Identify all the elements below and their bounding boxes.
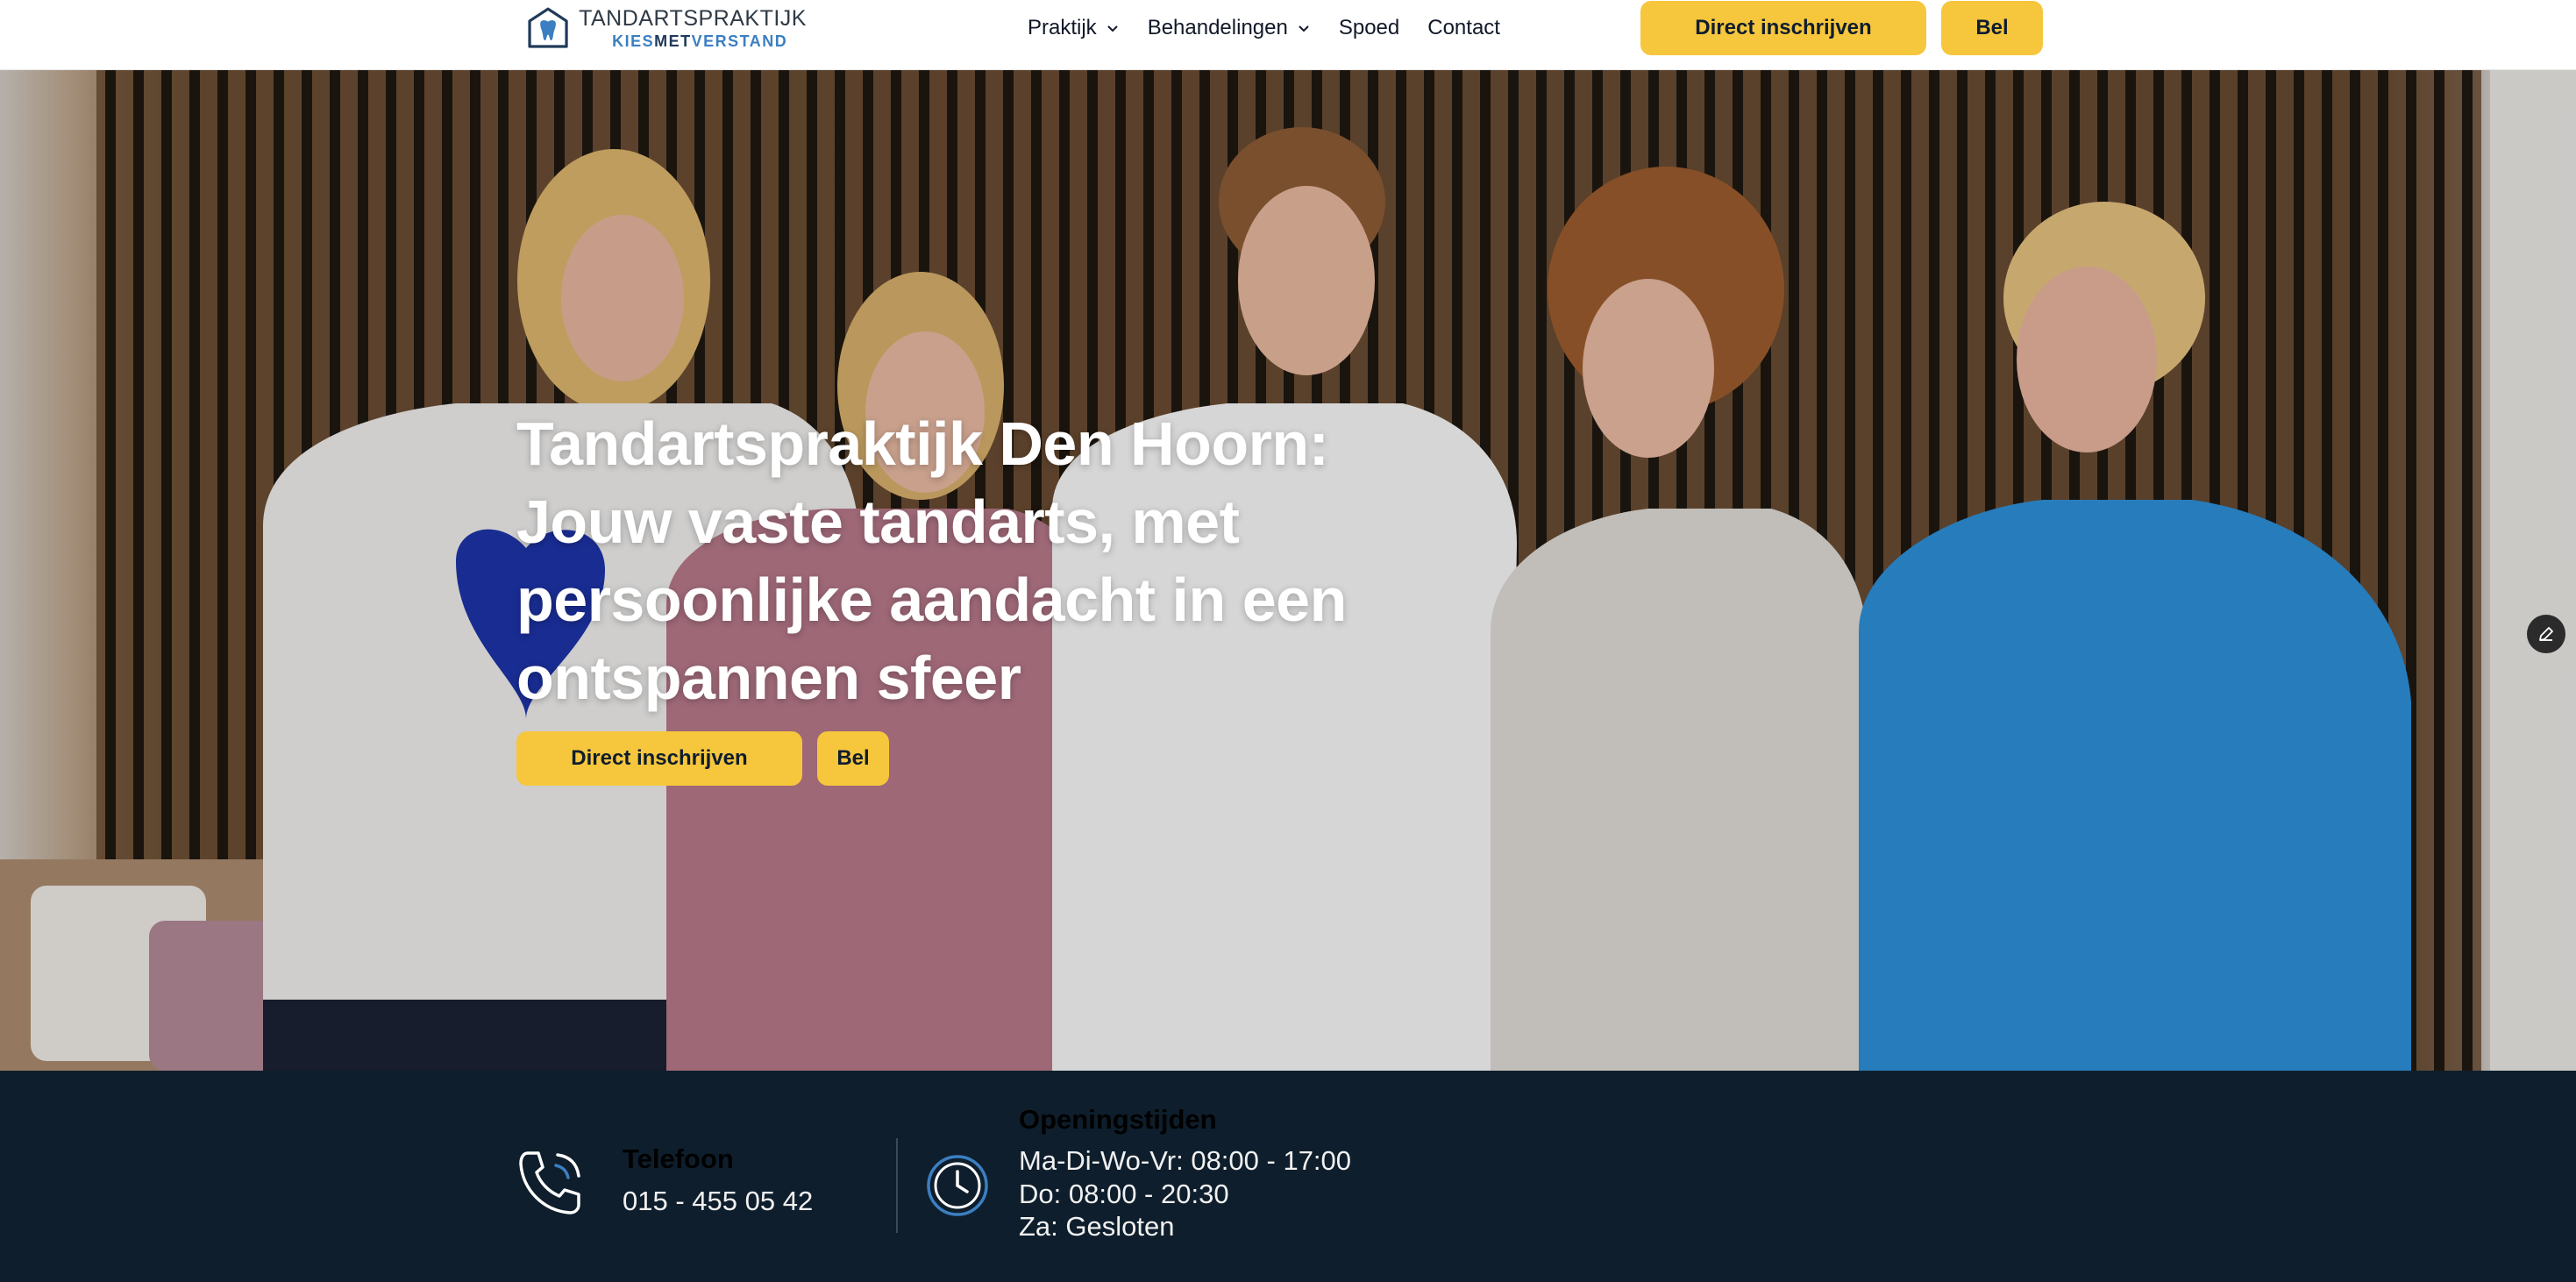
opening-hours-line: Za: Gesloten <box>1019 1211 1175 1242</box>
tagline-part: VERSTAND <box>691 32 788 50</box>
opening-hours-label: Openingstijden <box>1019 1104 1217 1135</box>
header-enroll-button[interactable]: Direct inschrijven <box>1640 1 1926 55</box>
logo-name: TANDARTSPRAKTIJK <box>579 5 807 31</box>
site-header: TANDARTSPRAKTIJK KIESMETVERSTAND Praktij… <box>0 0 2576 70</box>
hero-title-line: persoonlijke aandacht in een <box>516 566 1347 634</box>
logo-text: TANDARTSPRAKTIJK KIESMETVERSTAND <box>579 5 807 49</box>
hero-section: Tandartspraktijk Den Hoorn: Jouw vaste t… <box>0 70 2576 1071</box>
nav-item-behandelingen[interactable]: Behandelingen <box>1148 16 1311 40</box>
phone-number[interactable]: 015 - 455 05 42 <box>623 1186 813 1217</box>
edit-button[interactable] <box>2527 615 2565 653</box>
edit-pencil-icon <box>2539 627 2553 641</box>
hero-title: Tandartspraktijk Den Hoorn: Jouw vaste t… <box>516 405 1481 717</box>
logo-tagline: KIESMETVERSTAND <box>579 33 807 49</box>
hero-title-line: Tandartspraktijk Den Hoorn: <box>516 410 1329 478</box>
opening-hours-line: Ma-Di-Wo-Vr: 08:00 - 17:00 <box>1019 1145 1352 1176</box>
opening-hours-line: Do: 08:00 - 20:30 <box>1019 1179 1229 1209</box>
nav-item-label: Praktijk <box>1028 16 1097 39</box>
nav-item-praktijk[interactable]: Praktijk <box>1028 16 1120 40</box>
nav-item-label: Behandelingen <box>1147 16 1288 39</box>
phone-icon <box>519 1151 580 1214</box>
nav-item-spoed[interactable]: Spoed <box>1339 16 1399 40</box>
clock-icon <box>927 1155 988 1216</box>
tooth-logo-icon <box>528 7 568 48</box>
hero-title-line: Jouw vaste tandarts, met <box>516 488 1240 556</box>
hero-title-line: ontspannen sfeer <box>516 644 1021 712</box>
chevron-down-icon <box>1299 25 1309 32</box>
hero-call-button[interactable]: Bel <box>817 731 889 786</box>
nav-item-label: Contact <box>1427 16 1500 39</box>
main-nav: Praktijk Behandelingen Spoed Contact <box>1028 12 1500 44</box>
divider <box>896 1138 898 1233</box>
phone-label: Telefoon <box>623 1143 734 1174</box>
hero-enroll-button[interactable]: Direct inschrijven <box>516 731 802 786</box>
chevron-down-icon <box>1107 25 1118 32</box>
header-call-button[interactable]: Bel <box>1941 1 2043 55</box>
tagline-part: KIES <box>612 32 655 50</box>
nav-item-contact[interactable]: Contact <box>1427 16 1500 40</box>
nav-item-label: Spoed <box>1338 16 1400 39</box>
tagline-part: MET <box>654 32 692 50</box>
logo[interactable]: TANDARTSPRAKTIJK KIESMETVERSTAND <box>526 2 807 54</box>
